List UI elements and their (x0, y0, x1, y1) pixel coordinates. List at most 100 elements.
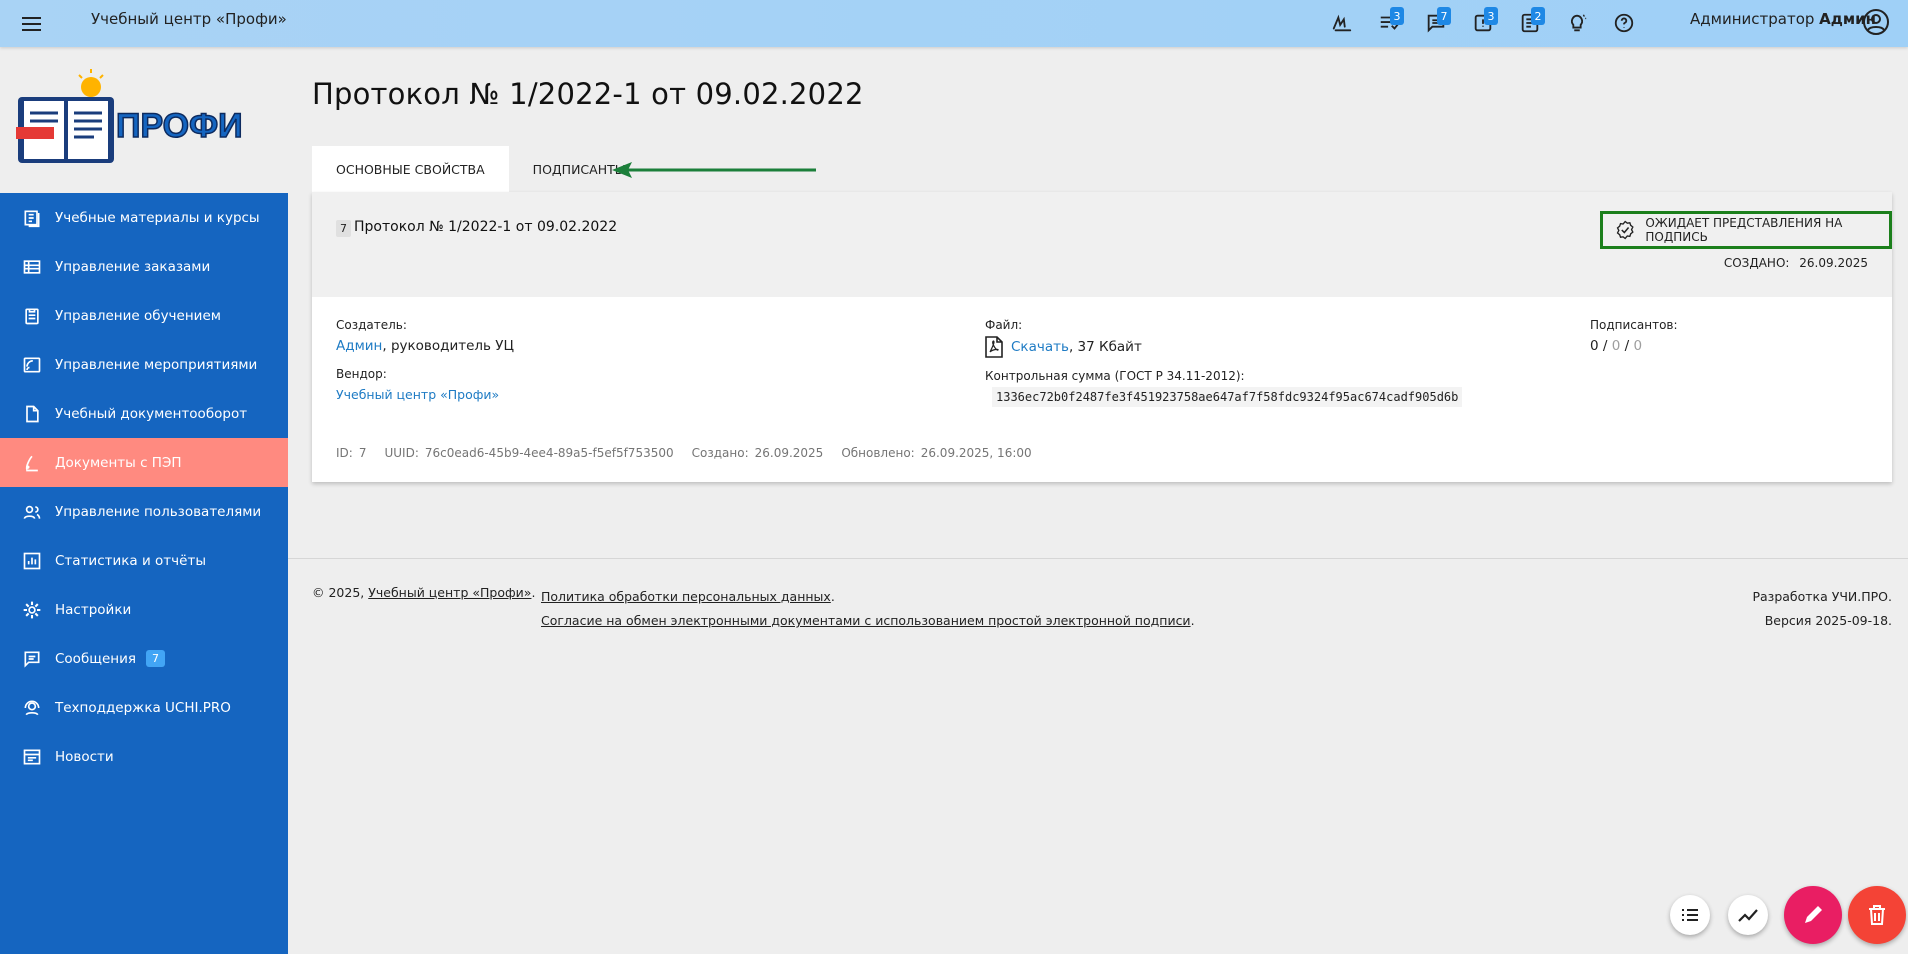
signers-signed: 0 (1590, 338, 1599, 354)
sidebar-item-label: Управление обучением (55, 307, 221, 324)
arrow-annotation-icon (612, 162, 816, 178)
menu-icon[interactable] (20, 12, 44, 36)
users-icon (21, 501, 43, 523)
sidebar-item-news[interactable]: Новости (0, 732, 288, 781)
page-title: Протокол № 1/2022-1 от 09.02.2022 (312, 77, 864, 111)
sidebar-item-label: Сообщения (55, 650, 137, 667)
consent-link[interactable]: Согласие на обмен электронными документа… (541, 613, 1191, 628)
top-icons: 3 7 3 2 (1318, 6, 1647, 40)
support-icon (21, 697, 43, 719)
sidebar-item-label: Новости (55, 748, 114, 765)
sidebar-item-stats[interactable]: Статистика и отчёты (0, 536, 288, 585)
user-label[interactable]: Администратор Админ (1690, 10, 1876, 28)
trend-button[interactable] (1728, 895, 1768, 935)
sidebar-item-events[interactable]: Управление мероприятиями (0, 340, 288, 389)
sidebar-item-label: Управление пользователями (55, 503, 262, 520)
tasks-badge: 3 (1390, 7, 1404, 25)
creator-label: Создатель: (336, 318, 407, 332)
download-link[interactable]: Скачать (1011, 339, 1069, 355)
list-view-icon (1682, 909, 1698, 921)
document-icon (21, 403, 43, 425)
verified-badge-icon (1616, 220, 1634, 240)
list-view-button[interactable] (1670, 895, 1710, 935)
gear-icon (21, 599, 43, 621)
logo[interactable]: ПРОФИ (0, 47, 288, 193)
sidebar-item-docflow[interactable]: Учебный документооборот (0, 389, 288, 438)
sidebar-item-pep-docs[interactable]: Документы с ПЭП (0, 438, 288, 487)
pdf-file-icon (985, 336, 1003, 358)
meta-id: ID: 7 (336, 446, 367, 460)
footer-copyright: © 2025, Учебный центр «Профи». (312, 585, 536, 600)
pen-icon (21, 452, 43, 474)
notice-badge: 3 (1484, 7, 1498, 25)
chat-icon[interactable]: 7 (1412, 6, 1459, 40)
trash-icon (1869, 905, 1885, 925)
dev-text: Разработка УЧИ.ПРО. (1752, 589, 1892, 604)
file-label: Файл: (985, 318, 1023, 332)
sidebar-item-orders[interactable]: Управление заказами (0, 242, 288, 291)
sidebar-item-messages[interactable]: Сообщения 7 (0, 634, 288, 683)
sidebar-item-label: Учебные материалы и курсы (55, 209, 260, 226)
footer-links: Политика обработки персональных данных. … (541, 589, 1195, 628)
broadcast-icon (21, 354, 43, 376)
tasks-icon[interactable]: 3 (1365, 6, 1412, 40)
sidebar-item-support[interactable]: Техподдержка UCHI.PRO (0, 683, 288, 732)
creator-role: , руководитель УЦ (382, 338, 514, 354)
delete-button[interactable] (1848, 886, 1906, 944)
pencil-icon (1805, 906, 1822, 923)
sidebar-item-label: Учебный документооборот (55, 405, 248, 422)
app-title: Учебный центр «Профи» (91, 10, 287, 28)
signature-icon[interactable] (1318, 6, 1365, 40)
tabs: Основные свойства Подписанты (312, 146, 650, 192)
signers-label: Подписантов: (1590, 318, 1678, 332)
signers-total: 0 (1633, 338, 1643, 354)
sidebar-item-settings[interactable]: Настройки (0, 585, 288, 634)
footer-org-link[interactable]: Учебный центр «Профи» (368, 585, 531, 600)
tab-main-properties[interactable]: Основные свойства (312, 146, 509, 192)
sidebar-item-label: Техподдержка UCHI.PRO (55, 699, 231, 716)
edit-button[interactable] (1784, 886, 1842, 944)
status-text: Ожидает представления на подпись (1645, 216, 1843, 244)
signers-pending: 0 (1611, 338, 1621, 354)
list-badge: 2 (1531, 7, 1545, 25)
vendor-label: Вендор: (336, 367, 387, 381)
sidebar-item-label: Статистика и отчёты (55, 552, 206, 569)
sidebar-item-courses[interactable]: Учебные материалы и курсы (0, 193, 288, 242)
help-icon[interactable] (1600, 6, 1647, 40)
notice-icon[interactable]: 3 (1459, 6, 1506, 40)
signers-count: 0 / 0 / 0 (1590, 338, 1643, 354)
file-size: , 37 Кбайт (1068, 339, 1142, 355)
sidebar-item-users[interactable]: Управление пользователями (0, 487, 288, 536)
news-icon (21, 746, 43, 768)
checksum-value: 1336ec72b0f2487fe3f451923758ae647af7f58f… (992, 387, 1463, 407)
divider (288, 558, 1908, 559)
clipboard-icon (21, 305, 43, 327)
user-avatar-icon[interactable] (1862, 8, 1890, 36)
meta-line: ID: 7 UUID: 76c0ead6-45b9-4ee4-89a5-f5ef5f… (336, 446, 1032, 460)
version-text: Версия 2025-09-18. (1764, 613, 1892, 628)
meta-uuid: UUID: 76c0ead6-45b9-4ee4-89a5-f5ef5f75350… (384, 446, 674, 460)
vendor-link[interactable]: Учебный центр «Профи» (336, 387, 499, 402)
doc-id-chip: 7 (336, 220, 351, 237)
meta-updated: Обновлено: 26.09.2025, 16:00 (841, 446, 1032, 460)
sidebar-item-learning[interactable]: Управление обучением (0, 291, 288, 340)
list-icon[interactable]: 2 (1506, 6, 1553, 40)
card-header: 7 Протокол № 1/2022-1 от 09.02.2022 Ожид… (312, 192, 1892, 297)
sidebar-item-label: Документы с ПЭП (55, 454, 182, 471)
document-card: 7 Протокол № 1/2022-1 от 09.02.2022 Ожид… (312, 192, 1892, 482)
chart-icon (21, 550, 43, 572)
top-bar: Учебный центр «Профи» 3 7 3 2 Администра… (0, 0, 1908, 47)
created-value: 26.09.2025 (1799, 256, 1868, 270)
logo-text: ПРОФИ (116, 107, 243, 145)
created-label: Создано: (1723, 256, 1790, 270)
bulb-icon[interactable] (1553, 6, 1600, 40)
sidebar-item-label: Настройки (55, 601, 132, 618)
sidebar-item-label: Управление заказами (55, 258, 211, 275)
logo-icon: ПРОФИ (16, 69, 243, 163)
chat-badge: 7 (1437, 7, 1451, 25)
creator-link[interactable]: Админ (336, 338, 382, 354)
status-badge: Ожидает представления на подпись (1600, 211, 1892, 249)
library-icon (21, 207, 43, 229)
policy-link[interactable]: Политика обработки персональных данных (541, 589, 831, 604)
message-icon (21, 648, 43, 670)
